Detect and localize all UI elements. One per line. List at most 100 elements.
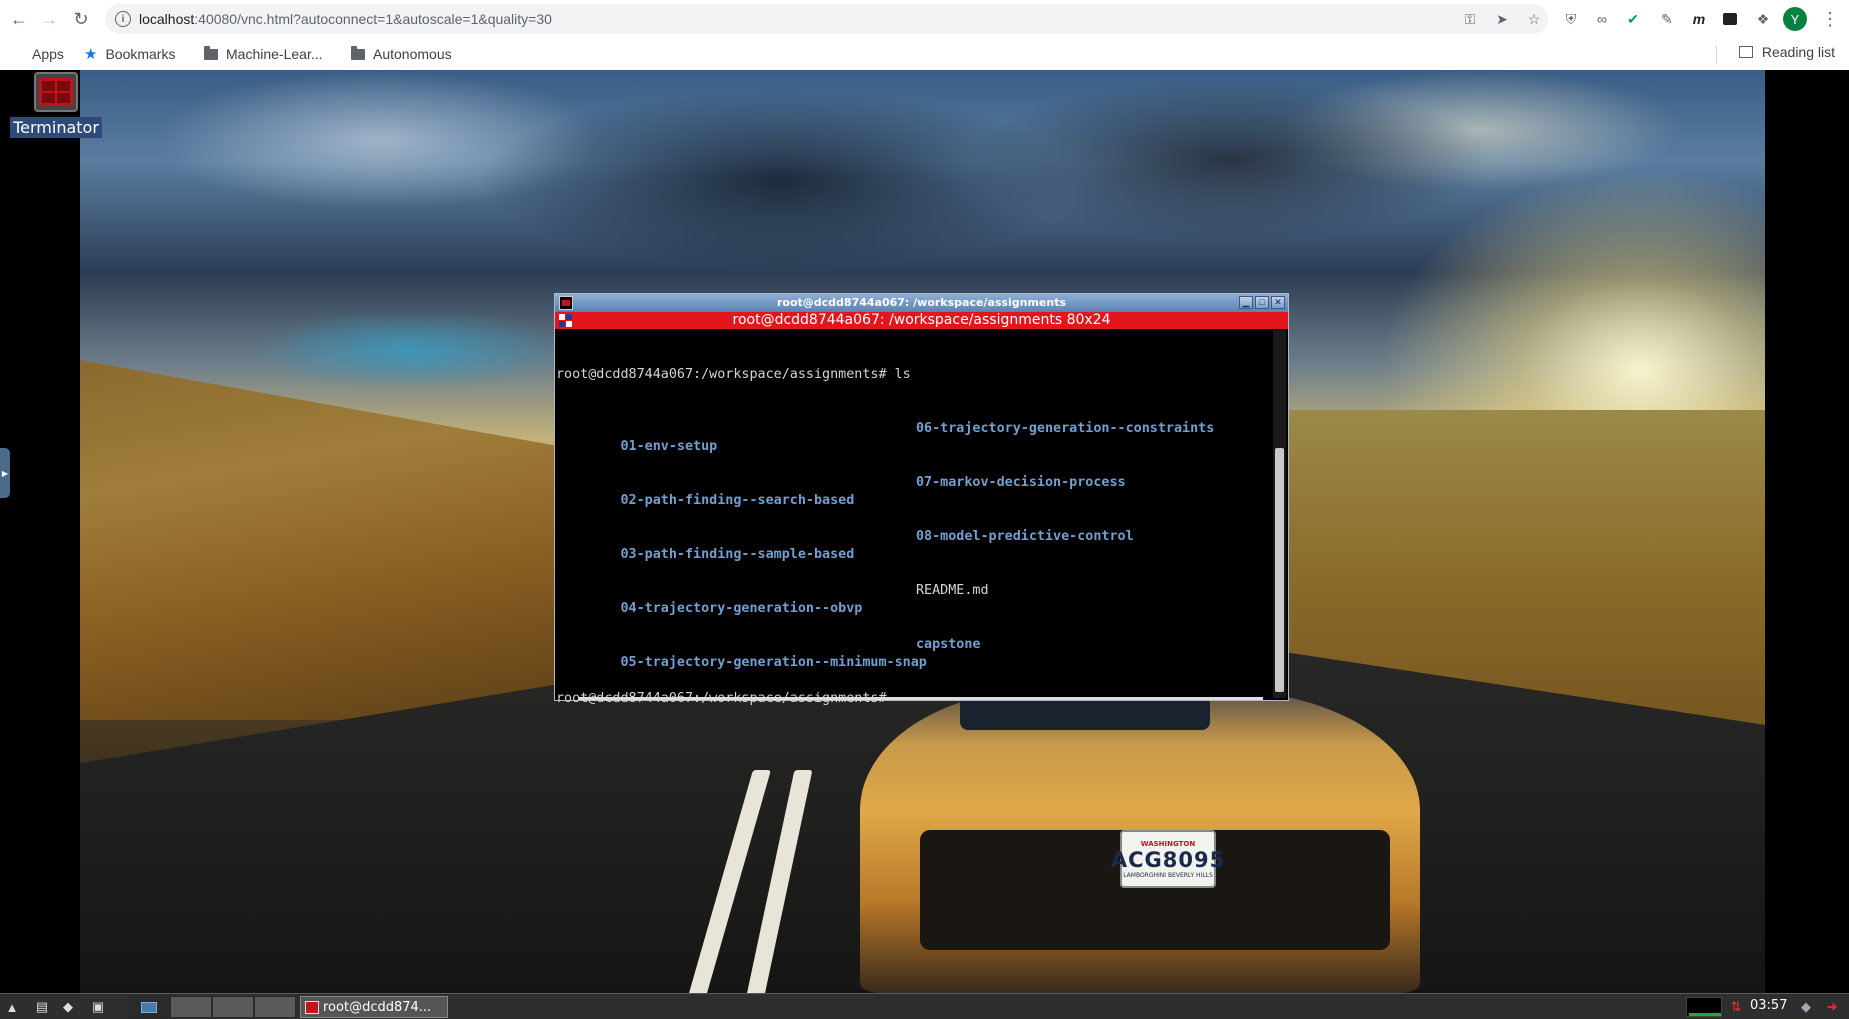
window-titlebar[interactable]: root@dcdd8744a067: /workspace/assignment… xyxy=(555,294,1288,312)
minimize-icon: ▁ xyxy=(1242,297,1250,307)
folder-icon xyxy=(204,45,218,60)
url-path: :40080/vnc.html?autoconnect=1&autoscale=… xyxy=(194,11,552,27)
terminal-line: 04-trajectory-generation--obvp README.md xyxy=(556,582,1268,616)
m-extension-icon[interactable]: m xyxy=(1688,8,1710,30)
terminal-line: 03-path-finding--sample-based 08-model-pr… xyxy=(556,528,1268,562)
bookmark-folder-autonomous[interactable]: Autonomous xyxy=(351,44,452,64)
bookmark-label: Machine-Lear... xyxy=(226,46,323,62)
listing-entry: capstone xyxy=(916,637,981,652)
plate-state: WASHINGTON xyxy=(1140,839,1196,848)
send-icon[interactable]: ➤ xyxy=(1492,9,1512,29)
listing-entry: 04-trajectory-generation--obvp xyxy=(620,601,863,616)
desktop-icon-label: Terminator xyxy=(10,117,102,138)
workspace-switcher[interactable] xyxy=(128,996,298,1018)
reading-list-button[interactable]: Reading list xyxy=(1738,44,1835,60)
navigation-toolbar: ← → ↻ i localhost:40080/vnc.html?autocon… xyxy=(0,0,1849,38)
listing-entry: 05-trajectory-generation--minimum-snap xyxy=(620,655,927,670)
close-icon: ✕ xyxy=(1274,297,1282,307)
diamond-tray-icon[interactable]: ◆ xyxy=(1796,997,1816,1017)
maximize-icon: □ xyxy=(1259,297,1265,307)
browser-chrome: ← → ↻ i localhost:40080/vnc.html?autocon… xyxy=(0,0,1849,70)
profile-avatar[interactable]: Y xyxy=(1783,7,1807,31)
taskbar-task-label: root@dcdd874... xyxy=(323,999,432,1015)
address-bar[interactable]: i localhost:40080/vnc.html?autoconnect=1… xyxy=(105,4,1548,34)
window-title: root@dcdd8744a067: /workspace/assignment… xyxy=(776,296,1067,309)
file-manager-icon[interactable]: ▤ xyxy=(32,997,52,1017)
back-button[interactable]: ← xyxy=(4,4,34,34)
terminator-group-icon[interactable] xyxy=(559,314,572,327)
eyedropper-extension-icon[interactable]: ✎ xyxy=(1656,8,1678,30)
terminal-bottom-border xyxy=(579,697,1263,700)
listing-entry: 02-path-finding--search-based xyxy=(620,493,855,508)
terminator-header-bar[interactable]: root@dcdd8744a067: /workspace/assignment… xyxy=(555,312,1288,329)
url-text[interactable]: localhost:40080/vnc.html?autoconnect=1&a… xyxy=(139,11,552,27)
license-plate: WASHINGTON ACG8095 LAMBORGHINI BEVERLY H… xyxy=(1111,830,1224,888)
bookmarks-divider xyxy=(1716,46,1717,64)
taskbar-task-terminal[interactable]: root@dcdd874... xyxy=(300,996,448,1018)
reading-list-icon xyxy=(1738,46,1753,58)
arrow-right-icon: → xyxy=(40,8,58,29)
glasses-extension-icon[interactable]: ∞ xyxy=(1591,8,1613,30)
terminator-app-icon xyxy=(34,72,78,112)
star-icon: ★ xyxy=(84,46,98,63)
listing-entry: README.md xyxy=(916,583,989,598)
bookmark-label: Apps xyxy=(32,46,64,62)
bookmarks-bar: Apps ★ Bookmarks Machine-Lear... Autonom… xyxy=(0,38,1849,70)
terminal-extension-icon[interactable] xyxy=(1719,8,1741,30)
listing-entry: 07-markov-decision-process xyxy=(916,475,1126,490)
arrow-left-icon: ← xyxy=(10,8,28,29)
reading-list-label: Reading list xyxy=(1761,44,1835,60)
shield-extension-icon[interactable]: ⛨ xyxy=(1560,8,1582,30)
logout-icon[interactable]: ➜ xyxy=(1822,997,1842,1017)
terminal-line: 02-path-finding--search-based 07-markov-d… xyxy=(556,474,1268,508)
check-extension-icon[interactable]: ✔ xyxy=(1622,8,1644,30)
forward-button[interactable]: → xyxy=(34,4,64,34)
listing-entry: 03-path-finding--sample-based xyxy=(620,547,855,562)
workspace-3[interactable] xyxy=(212,996,254,1018)
plate-number: ACG8095 xyxy=(1110,847,1226,872)
diamond-app-icon[interactable]: ◆ xyxy=(58,997,78,1017)
maximize-button[interactable]: □ xyxy=(1255,296,1269,309)
site-info-icon[interactable]: i xyxy=(115,11,131,27)
terminal-header-title: root@dcdd8744a067: /workspace/assignment… xyxy=(732,312,1111,328)
scrollbar-thumb[interactable] xyxy=(1275,448,1284,692)
terminal-line: 01-env-setup 06-trajectory-generation--co… xyxy=(556,420,1268,454)
close-button[interactable]: ✕ xyxy=(1271,296,1285,309)
terminal-window[interactable]: root@dcdd8744a067: /workspace/assignment… xyxy=(554,293,1289,706)
clock[interactable]: 03:57 xyxy=(1750,998,1787,1013)
terminal-task-icon xyxy=(305,1000,319,1014)
workspace-1[interactable] xyxy=(128,996,170,1018)
terminal-output[interactable]: root@dcdd8744a067:/workspace/assignments… xyxy=(556,330,1268,706)
plate-dealer: LAMBORGHINI BEVERLY HILLS xyxy=(1123,871,1213,879)
url-host: localhost xyxy=(139,11,195,27)
listing-entry: 06-trajectory-generation--constraints xyxy=(916,421,1215,436)
start-menu-icon[interactable]: ▲ xyxy=(2,997,22,1017)
novnc-control-handle[interactable]: ▶ xyxy=(0,448,10,498)
bookmark-label: Autonomous xyxy=(373,46,452,62)
bookmark-folder-machine-learning[interactable]: Machine-Lear... xyxy=(204,44,323,64)
vnc-viewport[interactable]: WASHINGTON ACG8095 LAMBORGHINI BEVERLY H… xyxy=(0,70,1849,1019)
reload-icon: ↻ xyxy=(73,8,89,29)
terminal-line: 05-trajectory-generation--minimum-snap ca… xyxy=(556,636,1268,670)
workspace-4[interactable] xyxy=(254,996,296,1018)
network-icon[interactable]: ⇅ xyxy=(1726,997,1746,1017)
chevron-right-icon: ▶ xyxy=(1,468,9,478)
browser-menu-icon[interactable]: ⋮ xyxy=(1820,8,1840,30)
bookmark-apps[interactable]: Apps xyxy=(10,44,64,64)
reload-button[interactable]: ↻ xyxy=(66,4,96,34)
bookmark-bookmarks[interactable]: ★ Bookmarks xyxy=(84,44,175,64)
key-icon[interactable]: ⚿ xyxy=(1460,9,1480,29)
minimize-button[interactable]: ▁ xyxy=(1239,296,1253,309)
cpu-monitor xyxy=(1686,997,1722,1017)
taskbar: ▲ ▤ ◆ ▣ root@dcdd874... ⇅ 03:57 ◆ ➜ xyxy=(0,993,1849,1019)
windows-icon[interactable]: ▣ xyxy=(88,997,108,1017)
listing-entry: 08-model-predictive-control xyxy=(916,529,1134,544)
puzzle-extensions-icon[interactable]: ❖ xyxy=(1752,8,1774,30)
star-icon[interactable]: ☆ xyxy=(1524,9,1544,29)
apps-grid-icon xyxy=(10,47,24,61)
folder-icon xyxy=(351,45,365,60)
workspace-2[interactable] xyxy=(170,996,212,1018)
terminal-line: root@dcdd8744a067:/workspace/assignments… xyxy=(556,367,911,382)
terminal-scrollbar[interactable] xyxy=(1273,330,1286,698)
desktop-icon-terminator[interactable]: Terminator xyxy=(8,70,104,160)
